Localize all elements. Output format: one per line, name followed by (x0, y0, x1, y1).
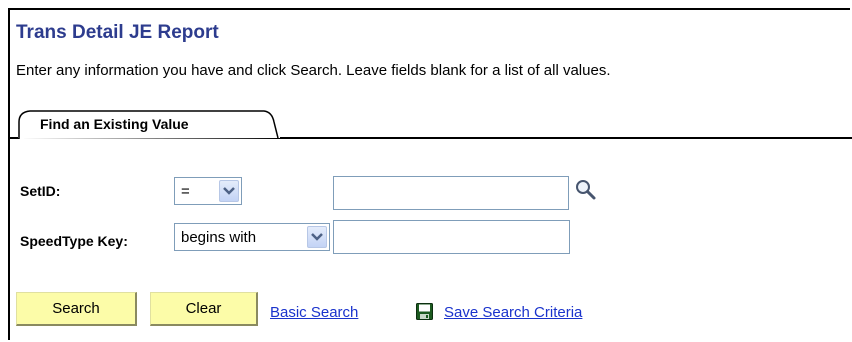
tab-find-existing-value[interactable]: Find an Existing Value (18, 110, 280, 139)
tab-label: Find an Existing Value (40, 116, 189, 132)
speedtype-key-input[interactable] (333, 220, 570, 254)
setid-input[interactable] (333, 176, 569, 210)
speedtype-operator-select[interactable]: begins with (174, 223, 330, 251)
chevron-down-icon[interactable] (219, 180, 239, 202)
page-title: Trans Detail JE Report (16, 22, 219, 43)
magnifier-icon[interactable] (574, 178, 598, 202)
basic-search-link[interactable]: Basic Search (270, 304, 358, 321)
floppy-disk-icon[interactable] (416, 303, 433, 320)
save-search-criteria-link[interactable]: Save Search Criteria (444, 304, 582, 321)
speedtype-key-label: SpeedType Key: (20, 233, 128, 249)
clear-button[interactable]: Clear (150, 292, 258, 326)
setid-operator-select[interactable]: = (174, 177, 242, 205)
setid-operator-value: = (181, 182, 190, 200)
chevron-down-icon[interactable] (307, 226, 327, 248)
speedtype-operator-value: begins with (181, 228, 257, 246)
search-button[interactable]: Search (16, 292, 137, 326)
setid-label: SetID: (20, 183, 61, 199)
instructions-text: Enter any information you have and click… (16, 62, 611, 79)
page-frame (8, 8, 850, 340)
